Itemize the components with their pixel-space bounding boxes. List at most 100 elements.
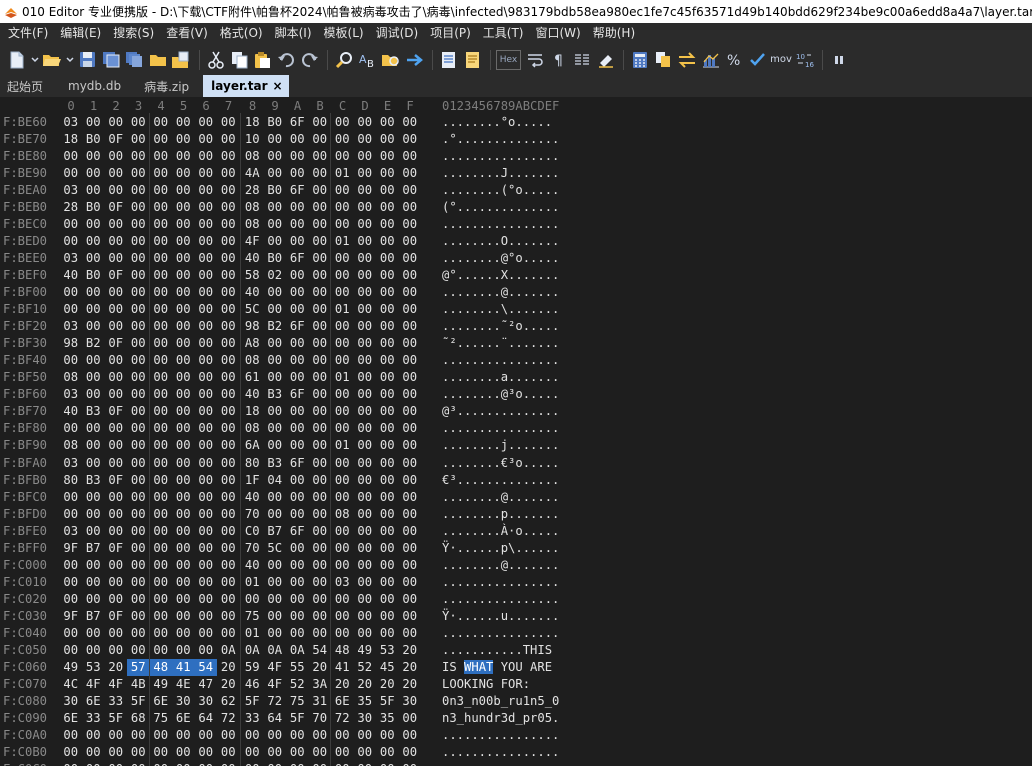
hex-byte[interactable]: 00 [195,267,218,284]
hex-byte[interactable]: B0 [82,131,105,148]
hex-byte[interactable]: 03 [60,523,83,540]
hex-byte[interactable]: 00 [217,472,240,489]
hex-byte[interactable]: 00 [286,284,309,301]
ascii-text[interactable]: IS WHAT YOU ARE [442,659,559,676]
hex-byte[interactable]: 00 [264,744,287,761]
hex-byte[interactable]: 00 [376,199,399,216]
ascii-text[interactable]: (°.............. [442,199,559,216]
hex-byte[interactable]: 00 [354,574,377,591]
hex-byte[interactable]: 00 [376,386,399,403]
hex-byte[interactable]: 00 [172,148,195,165]
hex-byte[interactable]: 00 [399,352,422,369]
hex-byte[interactable]: 00 [127,642,150,659]
hex-byte[interactable]: 00 [309,540,332,557]
hex-byte[interactable]: 00 [217,233,240,250]
hex-byte[interactable]: 80 [60,472,83,489]
hex-byte[interactable]: 00 [399,710,422,727]
hex-row[interactable]: F:C000 00 00 00 00 00 00 00 00 40 00 00 00 00 00 00 00..… [0,557,1032,574]
hex-byte[interactable]: 00 [376,267,399,284]
hex-byte[interactable]: 00 [264,148,287,165]
hex-byte[interactable]: 00 [105,165,128,182]
hex-byte[interactable]: 00 [399,455,422,472]
hex-byte[interactable]: 00 [127,318,150,335]
hex-byte[interactable]: 00 [331,403,354,420]
hex-byte[interactable]: 00 [376,437,399,454]
hex-byte[interactable]: 20 [105,659,128,676]
hex-byte[interactable]: 00 [376,182,399,199]
hex-byte[interactable]: 00 [354,216,377,233]
hex-byte[interactable]: 00 [105,642,128,659]
hex-byte[interactable]: 00 [195,420,218,437]
hex-row[interactable]: F:BEB0 28 B0 0F 00 00 00 00 00 08 00 00 00 00 00 00 00 (°… [0,199,1032,216]
hex-byte[interactable]: 00 [127,472,150,489]
ascii-text[interactable]: n3_hundr3d_pr05. [442,710,559,727]
hex-byte[interactable]: 03 [60,318,83,335]
hex-byte[interactable]: B0 [264,114,287,131]
hex-byte[interactable]: 00 [172,523,195,540]
hex-byte[interactable]: 00 [127,744,150,761]
hex-byte[interactable]: 00 [264,335,287,352]
hex-byte[interactable]: 0F [105,403,128,420]
hex-byte[interactable]: 00 [309,727,332,744]
columns-icon[interactable] [571,49,593,71]
hex-byte[interactable]: 00 [309,131,332,148]
hex-row[interactable]: F:BF30 98 B2 0F 00 00 00 00 00 A8 00 00 00 00 00 00 00 ˜²… [0,335,1032,352]
hex-byte[interactable]: 6F [286,250,309,267]
ascii-text[interactable]: ........j....... [442,437,559,454]
hex-byte[interactable]: 18 [241,403,264,420]
cut-icon[interactable] [205,49,227,71]
hex-byte[interactable]: 00 [82,744,105,761]
hex-byte[interactable]: 00 [399,284,422,301]
hex-byte[interactable]: 00 [241,591,264,608]
hex-byte[interactable]: 6F [286,182,309,199]
hex-byte[interactable]: 00 [217,335,240,352]
hex-byte[interactable]: 72 [264,693,287,710]
menu-format[interactable]: 格式(O) [214,23,269,44]
hex-byte[interactable]: 00 [354,455,377,472]
hex-byte[interactable]: B3 [82,403,105,420]
hex-byte[interactable]: 00 [195,455,218,472]
hex-byte[interactable]: 10 [241,131,264,148]
hex-byte[interactable]: 00 [354,727,377,744]
hex-byte[interactable]: 00 [105,284,128,301]
ascii-text[interactable]: ...........THIS [442,642,559,659]
hex-byte[interactable]: 00 [354,233,377,250]
ascii-text[interactable]: @°......X....... [442,267,559,284]
hex-byte[interactable]: 00 [127,574,150,591]
hex-byte[interactable]: 00 [264,233,287,250]
hex-byte[interactable]: 00 [60,233,83,250]
hex-row[interactable]: F:C0A0 00 00 00 00 00 00 00 00 00 00 00 00 00 00 00 00..… [0,727,1032,744]
hex-byte[interactable]: 04 [264,472,287,489]
menu-tools[interactable]: 工具(T) [477,23,530,44]
hex-byte[interactable]: 00 [354,761,377,766]
hex-byte[interactable]: 03 [60,182,83,199]
hex-byte[interactable]: 00 [399,403,422,420]
hex-byte[interactable]: 00 [354,335,377,352]
hex-byte[interactable]: 00 [82,233,105,250]
hex-byte[interactable]: 80 [241,455,264,472]
hex-byte[interactable]: 00 [399,148,422,165]
hex-byte[interactable]: 00 [82,455,105,472]
hex-byte[interactable]: 00 [127,165,150,182]
hex-byte[interactable]: 00 [354,489,377,506]
hex-byte[interactable]: B7 [82,540,105,557]
hex-byte[interactable]: 01 [331,165,354,182]
hex-byte[interactable]: 00 [172,216,195,233]
hex-byte[interactable]: 00 [150,523,173,540]
hex-byte[interactable]: 98 [60,335,83,352]
hex-byte[interactable]: 00 [331,727,354,744]
hex-byte[interactable]: 00 [172,369,195,386]
hex-byte[interactable]: 00 [331,199,354,216]
hex-byte[interactable]: 00 [172,574,195,591]
hex-byte[interactable]: 00 [127,148,150,165]
hex-byte[interactable]: 20 [399,642,422,659]
hex-byte[interactable]: 00 [286,369,309,386]
ascii-text[interactable]: 0n3_n00b_ru1n5_0 [442,693,559,710]
hex-byte[interactable]: 00 [241,761,264,766]
hex-row[interactable]: F:BFF0 9F B7 0F 00 00 00 00 00 70 5C 00 00 00 00 00 00 Ÿ·… [0,540,1032,557]
hex-byte[interactable]: 00 [264,625,287,642]
hex-byte[interactable]: 41 [331,659,354,676]
hex-row[interactable]: F:BF40 00 00 00 00 00 00 00 00 08 00 00 00 00 00 00 00..… [0,352,1032,369]
hex-byte[interactable]: 00 [82,574,105,591]
hex-byte[interactable]: 00 [60,574,83,591]
